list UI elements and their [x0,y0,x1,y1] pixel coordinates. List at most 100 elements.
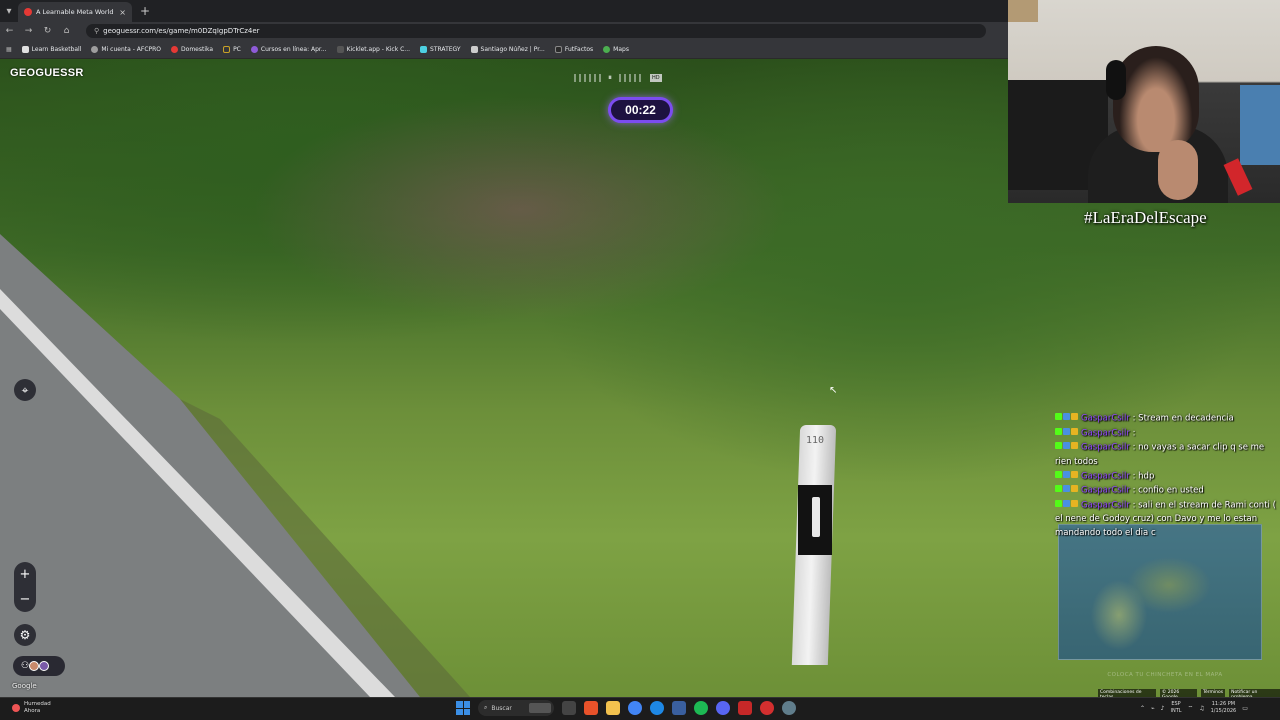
weather-alert-icon [12,704,20,712]
chat-message: GasparCsilr : [1055,426,1280,441]
brave-icon[interactable] [584,701,598,715]
chat-overlay: GasparCsilr : Stream en decadencia Gaspa… [1055,411,1280,540]
chat-username[interactable]: GasparCsilr [1081,471,1130,481]
store-icon[interactable] [672,701,686,715]
network-icon[interactable]: ⌁ [1151,705,1155,712]
chat-username[interactable]: GasparCsilr [1081,443,1130,453]
settings-app-icon[interactable] [782,701,796,715]
tab-search-icon[interactable]: ▾ [0,2,18,20]
video-progress-strip[interactable]: ⏸ HD [574,72,704,84]
language-code: ESP [1171,701,1181,707]
apps-grid-icon[interactable]: ▦ [6,46,12,53]
tab-title: A Learnable Meta World - Begi [36,8,115,16]
forward-button[interactable]: → [23,26,34,36]
windows-taskbar: Humedad Ahora ⌕ Buscar ⌃ ⌁ ♪ ESP INTL ⌔ … [0,697,1280,720]
speaker-icon[interactable]: ♫ [1199,705,1204,712]
bookmark-item[interactable]: Domestika [171,45,213,53]
return-to-start-button[interactable]: ⌖ [14,379,36,401]
chat-username[interactable]: GasparCsilr [1081,428,1130,438]
headset-icon [1106,60,1126,100]
bookmark-icon [250,45,258,53]
chat-message: GasparCsilr : no vayas a sacar clip q se… [1055,440,1280,469]
chat-text: : confio en usted [1132,485,1204,496]
progress-tick [574,74,576,82]
chrome-icon[interactable] [628,701,642,715]
progress-tick [584,74,586,82]
geoguessr-logo[interactable]: GEOGUESSR [10,67,84,79]
clock[interactable]: 11:26 PM 1/15/2026 [1211,701,1237,715]
chat-text: : Stream en decadencia [1132,413,1234,424]
bookmark-item[interactable]: Maps [603,45,629,53]
progress-tick [579,74,581,82]
taskbar-search[interactable]: ⌕ Buscar [478,700,554,716]
input-language[interactable]: ESP INTL [1171,701,1182,715]
bookmark-item[interactable]: Learn Basketball [21,45,82,53]
bookmark-item[interactable]: Mi cuenta - AFCPRO [91,45,161,53]
bookmark-item[interactable]: STRATEGY [420,45,461,53]
back-button[interactable]: ← [4,26,15,36]
bookmark-item[interactable]: Santiago Núñez | Pr... [470,45,545,53]
post-reflector [812,497,820,537]
chat-username[interactable]: GasparCsilr [1081,486,1130,496]
bookmark-item[interactable]: Cursos en línea: Apr... [250,45,327,53]
progress-tick [599,74,601,82]
bookmark-item[interactable]: FutFactos [554,45,593,53]
home-button[interactable]: ⌂ [61,26,72,36]
zoom-controls: + − [14,562,36,612]
file-explorer-icon[interactable] [606,701,620,715]
zoom-out-button[interactable]: − [20,592,31,607]
chat-message: GasparCsilr : confio en usted [1055,483,1280,498]
sub-badge-icon [1063,499,1070,507]
settings-button[interactable]: ⚙ [14,624,36,646]
chat-badges [1055,426,1079,440]
chat-text: : hdp [1132,471,1155,481]
edge-icon[interactable] [650,701,664,715]
site-info-icon[interactable]: ⚲ [94,27,99,35]
folder-icon [223,45,231,53]
chat-badges [1055,411,1079,425]
wifi-icon[interactable]: ⌔ [1188,704,1194,712]
party-button[interactable]: ⚇ [13,656,65,676]
guess-minimap[interactable] [1058,524,1262,660]
volume-icon[interactable]: ♪ [1161,705,1165,712]
stream-hashtag: #LaEraDelEscape [1084,208,1207,227]
gift-badge-icon [1071,499,1078,507]
gift-badge-icon [1071,485,1078,492]
start-button[interactable] [456,701,470,715]
weather-widget[interactable]: Humedad Ahora [12,701,51,715]
new-tab-button[interactable]: + [140,4,150,18]
obs-icon[interactable] [760,701,774,715]
tab-close-icon[interactable]: × [119,8,126,17]
bookmark-item[interactable]: Kicklet.app - Kick C... [336,45,410,53]
pdf-app-icon[interactable] [738,701,752,715]
chat-username[interactable]: GasparCsilr [1081,414,1130,424]
chat-username[interactable]: GasparCsilr [1081,500,1130,510]
tab-active[interactable]: A Learnable Meta World - Begi × [18,2,132,22]
chat-badges [1055,498,1079,512]
progress-tick [629,74,631,82]
kilometer-marker-post: 110 [791,415,837,665]
notifications-icon[interactable]: ▭ [1242,705,1248,712]
address-bar[interactable]: ⚲ geoguessr.com/es/game/m0DZqIgpDTrCz4er [86,24,986,38]
spotify-icon[interactable] [694,701,708,715]
bookmark-label: Cursos en línea: Apr... [260,45,327,53]
weather-subtitle: Ahora [24,708,41,714]
hd-badge[interactable]: HD [650,74,662,82]
pause-icon[interactable]: ⏸ [608,73,612,83]
bookmark-label: Santiago Núñez | Pr... [480,45,545,53]
discord-icon[interactable] [716,701,730,715]
round-timer: 00:22 [608,97,673,123]
taskbar-apps: ⌕ Buscar [456,700,796,716]
kick-badge-icon [1055,470,1062,478]
people-icon: ⚇ [21,661,30,671]
streamer-arm [1158,140,1198,200]
reload-button[interactable]: ↻ [42,26,53,36]
tray-overflow-icon[interactable]: ⌃ [1140,705,1145,712]
bookmark-icon [91,45,99,53]
bookmark-label: Learn Basketball [31,45,82,53]
task-view-icon[interactable] [562,701,576,715]
bookmark-folder[interactable]: PC [223,45,241,53]
zoom-in-button[interactable]: + [20,567,31,582]
progress-tick [634,74,636,82]
avatar [39,661,50,671]
